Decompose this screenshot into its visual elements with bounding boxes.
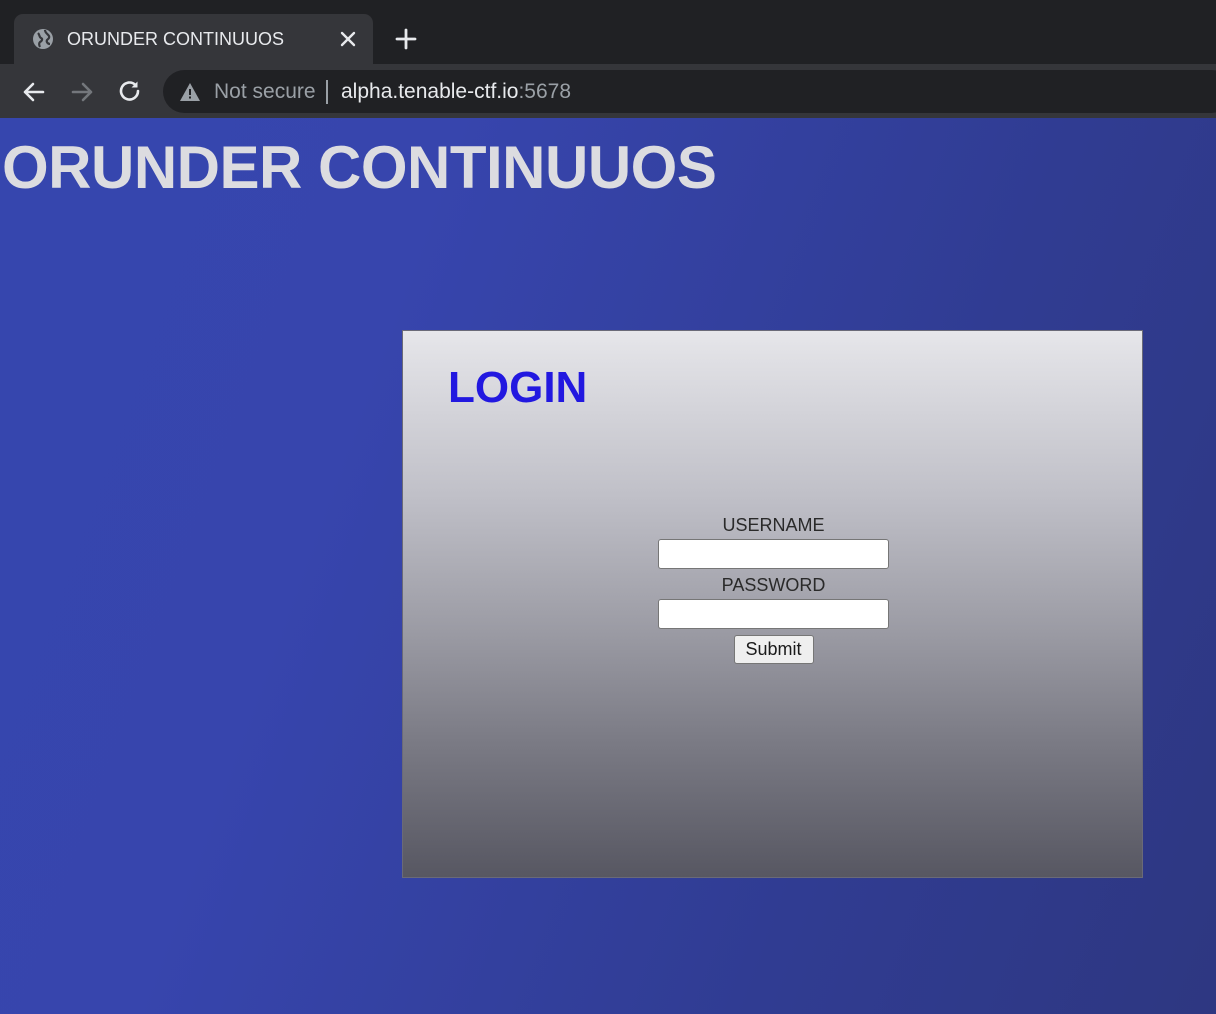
tab-title: ORUNDER CONTINUUOS — [67, 29, 285, 49]
forward-arrow-icon[interactable] — [68, 78, 96, 106]
address-bar[interactable]: Not secure alpha.tenable-ctf.io:5678 — [163, 70, 1216, 113]
reload-icon[interactable] — [116, 78, 144, 106]
url-port: :5678 — [518, 80, 572, 103]
password-label: PASSWORD — [721, 575, 826, 595]
login-panel: LOGIN USERNAME PASSWORD Submit — [402, 330, 1143, 878]
browser-toolbar: Not secure alpha.tenable-ctf.io:5678 — [0, 64, 1216, 182]
site-title: ORUNDER CONTINUUOS — [2, 134, 717, 201]
login-form: USERNAME PASSWORD Submit — [403, 515, 1144, 664]
browser-window: ORUNDER CONTINUUOS Not secure alpha.tena… — [0, 0, 1216, 1014]
back-arrow-icon[interactable] — [20, 78, 48, 106]
submit-button[interactable]: Submit — [733, 635, 814, 664]
url-text[interactable]: alpha.tenable-ctf.io:5678 — [341, 80, 571, 104]
username-input[interactable] — [658, 539, 889, 569]
close-icon[interactable] — [336, 27, 360, 51]
browser-tab[interactable]: ORUNDER CONTINUUOS — [14, 14, 373, 64]
warning-icon[interactable] — [179, 82, 201, 102]
security-status-label[interactable]: Not secure — [214, 80, 316, 104]
username-label: USERNAME — [722, 515, 825, 535]
new-tab-plus-icon[interactable] — [392, 25, 420, 53]
url-host: alpha.tenable-ctf.io — [341, 80, 519, 103]
password-input[interactable] — [658, 599, 889, 629]
tab-strip: ORUNDER CONTINUUOS — [0, 0, 1216, 64]
omnibox-divider — [326, 80, 328, 104]
globe-icon — [33, 29, 53, 49]
login-heading: LOGIN — [448, 363, 588, 412]
page-viewport: ORUNDER CONTINUUOS LOGIN USERNAME PASSWO… — [0, 118, 1216, 1014]
